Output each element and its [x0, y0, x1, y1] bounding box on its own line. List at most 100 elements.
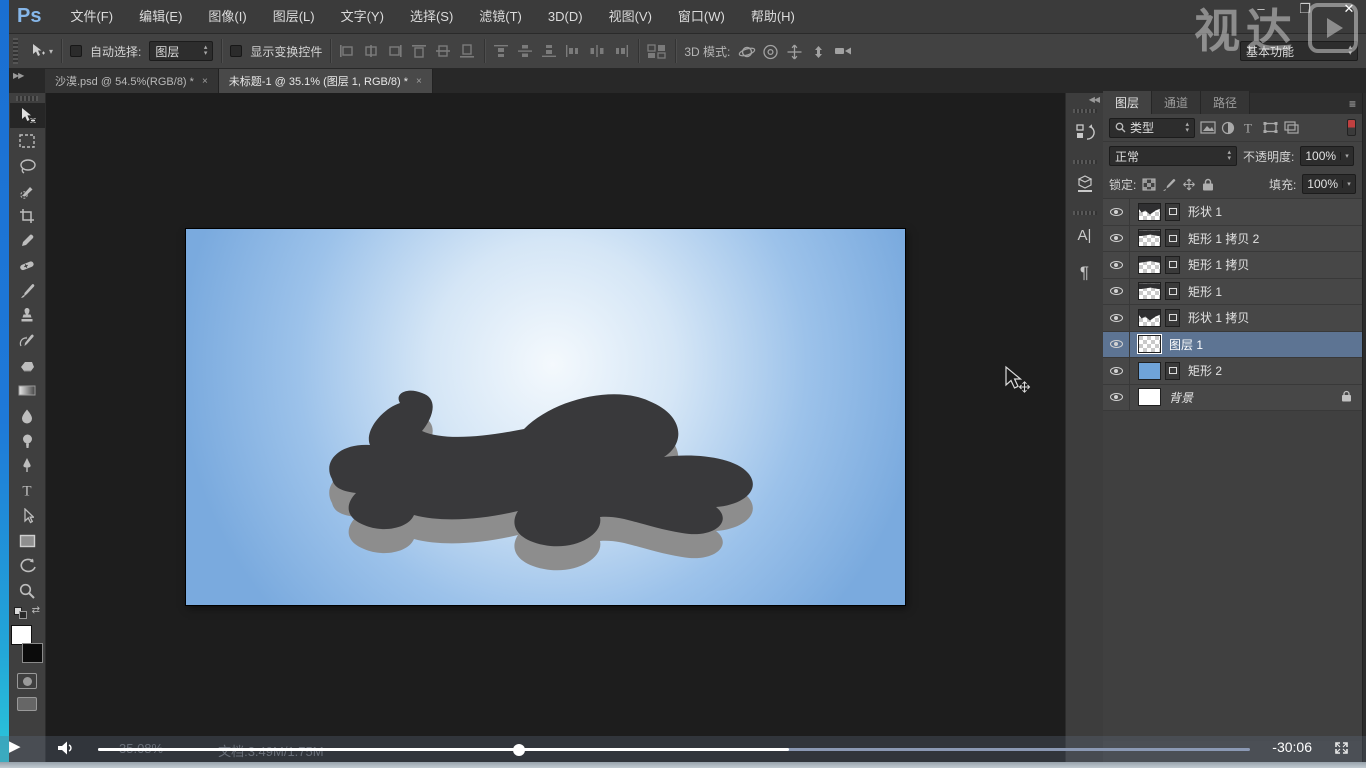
layer-thumbnail[interactable]: [1138, 282, 1161, 300]
tab-paths[interactable]: 路径: [1201, 91, 1250, 114]
screen-mode-button[interactable]: [17, 697, 37, 711]
3d-roll-icon[interactable]: [762, 44, 779, 59]
visibility-toggle[interactable]: [1103, 279, 1130, 305]
align-bottom-icon[interactable]: [459, 44, 476, 59]
menu-view[interactable]: 视图(V): [596, 0, 665, 34]
3d-orbit-icon[interactable]: [738, 44, 755, 59]
tab-channels[interactable]: 通道: [1152, 91, 1201, 114]
menu-image[interactable]: 图像(I): [195, 0, 259, 34]
default-swap-colors[interactable]: ⇄: [12, 605, 42, 619]
menu-help[interactable]: 帮助(H): [738, 0, 808, 34]
history-brush-tool[interactable]: [10, 328, 45, 353]
distribute-hcenter-icon[interactable]: [589, 44, 606, 59]
vector-mask-badge[interactable]: [1165, 203, 1180, 221]
3d-slide-icon[interactable]: [810, 44, 827, 59]
layer-thumbnail[interactable]: [1138, 256, 1161, 274]
filter-on-off-toggle[interactable]: [1347, 119, 1356, 136]
layer-thumbnail[interactable]: [1138, 229, 1161, 247]
show-transform-checkbox[interactable]: [230, 45, 242, 57]
menu-file[interactable]: 文件(F): [57, 0, 126, 34]
distribute-right-icon[interactable]: [613, 44, 630, 59]
healing-brush-tool[interactable]: [10, 253, 45, 278]
quick-selection-tool[interactable]: [10, 178, 45, 203]
layer-row-rect1-copy[interactable]: 矩形 1 拷贝: [1103, 252, 1362, 279]
visibility-toggle[interactable]: [1103, 358, 1130, 384]
tab-document-1[interactable]: 沙漠.psd @ 54.5%(RGB/8) * ×: [45, 69, 219, 93]
lock-all-icon[interactable]: [1202, 178, 1216, 191]
layer-thumbnail[interactable]: [1138, 203, 1161, 221]
document-area[interactable]: [46, 93, 1065, 768]
visibility-toggle[interactable]: [1103, 226, 1130, 252]
distribute-bottom-icon[interactable]: [541, 44, 558, 59]
move-tool-preset[interactable]: ▾: [30, 43, 53, 59]
blend-mode-dropdown[interactable]: 正常 ▴▾: [1109, 146, 1237, 166]
layer-name[interactable]: 形状 1 拷贝: [1188, 309, 1249, 326]
tab2-close-icon[interactable]: ×: [416, 76, 422, 87]
opacity-caret-icon[interactable]: ▾: [1340, 152, 1353, 160]
lock-position-icon[interactable]: [1182, 178, 1196, 191]
layer-name[interactable]: 背景: [1169, 389, 1193, 406]
layer-name[interactable]: 矩形 1: [1188, 283, 1222, 300]
layer-name[interactable]: 矩形 1 拷贝: [1188, 256, 1249, 273]
quick-mask-button[interactable]: [17, 673, 37, 689]
distribute-top-icon[interactable]: [493, 44, 510, 59]
layer-thumbnail[interactable]: [1138, 309, 1161, 327]
blur-tool[interactable]: [10, 403, 45, 428]
layer-row-layer1-selected[interactable]: 图层 1: [1103, 332, 1362, 359]
vector-mask-badge[interactable]: [1165, 229, 1180, 247]
eyedropper-tool[interactable]: [10, 228, 45, 253]
foreground-color-swatch[interactable]: [11, 625, 32, 645]
vector-mask-badge[interactable]: [1165, 256, 1180, 274]
filter-smart-objects-icon[interactable]: [1284, 121, 1300, 135]
lock-pixels-icon[interactable]: [1162, 178, 1176, 191]
eraser-tool[interactable]: [10, 353, 45, 378]
marquee-tool[interactable]: [10, 128, 45, 153]
swap-colors-icon[interactable]: ⇄: [32, 605, 40, 616]
auto-select-checkbox[interactable]: [70, 45, 82, 57]
layer-thumbnail[interactable]: [1138, 388, 1161, 406]
filter-adjustment-layers-icon[interactable]: [1221, 121, 1237, 135]
align-hcenter-icon[interactable]: [363, 44, 380, 59]
layer-row-rect1[interactable]: 矩形 1: [1103, 279, 1362, 306]
align-left-icon[interactable]: [339, 44, 356, 59]
volume-icon[interactable]: [57, 740, 75, 759]
tab1-close-icon[interactable]: ×: [202, 76, 208, 87]
layer-row-rect2[interactable]: 矩形 2: [1103, 358, 1362, 385]
align-top-icon[interactable]: [411, 44, 428, 59]
pen-tool[interactable]: [10, 453, 45, 478]
fill-control[interactable]: 100% ▾: [1302, 174, 1356, 194]
vector-mask-badge[interactable]: [1165, 362, 1180, 380]
rectangle-shape-tool[interactable]: [10, 528, 45, 553]
brush-tool[interactable]: [10, 278, 45, 303]
maximize-button[interactable]: ❐: [1294, 2, 1316, 17]
menu-3d[interactable]: 3D(D): [535, 0, 596, 34]
background-color-swatch[interactable]: [22, 643, 43, 663]
tabbar-collapse-icon[interactable]: ▶▶: [9, 69, 45, 80]
properties-panel-button[interactable]: [1067, 169, 1103, 199]
dock-collapse-icon[interactable]: ◀◀: [1066, 93, 1103, 105]
crop-tool[interactable]: [10, 203, 45, 228]
canvas[interactable]: [186, 229, 905, 605]
progress-handle[interactable]: [513, 744, 525, 756]
auto-select-target-dropdown[interactable]: 图层 ▴▾: [149, 41, 213, 61]
layer-row-shape1[interactable]: 形状 1: [1103, 199, 1362, 226]
fullscreen-icon[interactable]: [1333, 740, 1350, 759]
paragraph-panel-button[interactable]: ¶: [1067, 258, 1103, 288]
visibility-toggle[interactable]: [1103, 305, 1130, 331]
menu-type[interactable]: 文字(Y): [328, 0, 397, 34]
dodge-tool[interactable]: [10, 428, 45, 453]
filter-shape-layers-icon[interactable]: [1263, 121, 1279, 135]
clone-stamp-tool[interactable]: [10, 303, 45, 328]
visibility-toggle[interactable]: [1103, 332, 1130, 358]
lasso-tool[interactable]: [10, 153, 45, 178]
close-button[interactable]: ✕: [1338, 2, 1360, 17]
rotate-view-tool[interactable]: [10, 553, 45, 578]
auto-align-icon[interactable]: [647, 44, 667, 59]
3d-pan-icon[interactable]: [786, 44, 803, 59]
menu-filter[interactable]: 滤镜(T): [466, 0, 535, 34]
layer-name[interactable]: 矩形 2: [1188, 362, 1222, 379]
progress-track[interactable]: [98, 748, 1250, 751]
history-panel-button[interactable]: [1067, 118, 1103, 148]
minimize-button[interactable]: –: [1250, 2, 1272, 17]
zoom-tool[interactable]: [10, 578, 45, 603]
